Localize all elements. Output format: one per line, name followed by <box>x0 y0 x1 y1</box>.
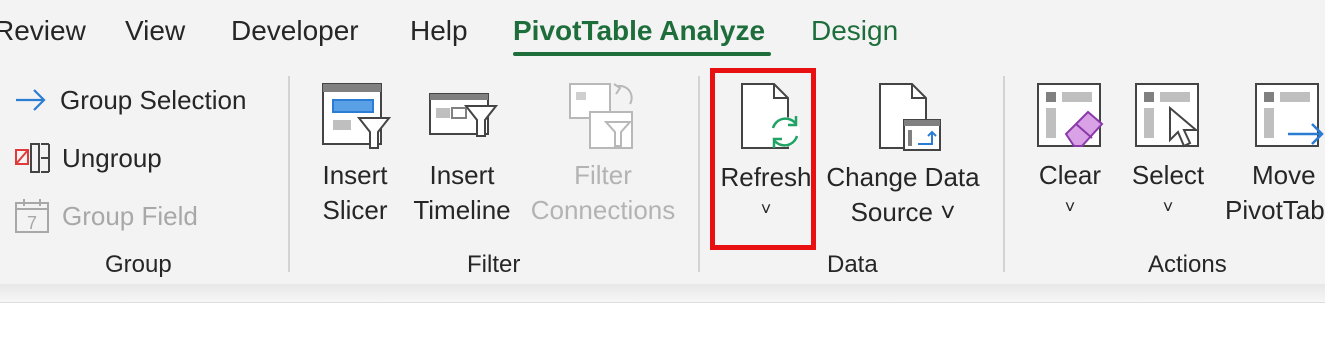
change-data-source-line1: Change Data <box>826 162 980 192</box>
tab-developer[interactable]: Developer <box>231 14 359 48</box>
filter-connections-line2: Connections <box>530 195 676 225</box>
tab-help[interactable]: Help <box>410 14 468 48</box>
group-label-actions: Actions <box>1148 251 1227 278</box>
insert-slicer-line2: Slicer <box>322 195 388 225</box>
insert-timeline-line2: Timeline <box>413 195 511 225</box>
arrow-right-icon <box>16 89 46 111</box>
group-selection-button[interactable]: Group Selection <box>14 80 246 120</box>
group-separator <box>288 76 290 272</box>
clear-icon <box>1037 83 1104 147</box>
change-data-source-line2: Source ˅ <box>850 197 956 227</box>
select-label: Select <box>1131 160 1205 190</box>
group-selection-label: Group Selection <box>60 84 247 115</box>
slicer-icon <box>322 83 391 149</box>
select-cursor-icon <box>1135 83 1199 148</box>
active-tab-indicator <box>513 52 771 56</box>
clear-label: Clear <box>1038 160 1102 190</box>
group-field-label: Group Field <box>62 200 198 231</box>
move-pivottable-button[interactable]: Move PivotTab <box>1224 82 1325 232</box>
ribbon-shadow <box>0 284 1325 303</box>
filter-connections-icon <box>569 83 633 149</box>
tab-pivottable-analyze[interactable]: PivotTable Analyze <box>513 14 765 48</box>
insert-timeline-button[interactable]: Insert Timeline <box>410 82 514 232</box>
ribbon-tab-bar: Review View Developer Help PivotTable An… <box>0 0 1325 64</box>
group-field-button[interactable]: 7 Group Field <box>14 196 198 236</box>
insert-slicer-button[interactable]: Insert Slicer <box>316 82 394 232</box>
filter-separator <box>698 76 700 272</box>
change-data-source-button[interactable]: Change Data Source ˅ <box>824 82 982 232</box>
calendar-icon: 7 <box>15 199 49 233</box>
change-data-source-icon <box>879 83 941 151</box>
refresh-highlight-box <box>710 68 816 250</box>
tab-view[interactable]: View <box>125 14 185 48</box>
ungroup-button[interactable]: Ungroup <box>14 138 162 178</box>
insert-slicer-line1: Insert <box>322 160 388 190</box>
svg-text:7: 7 <box>27 213 37 233</box>
clear-button[interactable]: Clear ˅ <box>1030 82 1110 232</box>
tab-design[interactable]: Design <box>811 14 898 48</box>
select-button[interactable]: Select ˅ <box>1126 82 1210 232</box>
timeline-icon <box>429 93 498 137</box>
select-chevron-down-icon: ˅ <box>1162 197 1174 217</box>
data-separator <box>1003 76 1005 272</box>
tab-review[interactable]: Review <box>0 14 86 48</box>
filter-connections-line1: Filter <box>574 160 632 190</box>
group-label-filter: Filter <box>467 251 521 278</box>
move-pivottable-line2: PivotTab <box>1225 195 1325 225</box>
insert-timeline-line1: Insert <box>429 160 495 190</box>
group-label-data: Data <box>827 251 878 278</box>
group-label-group: Group <box>105 251 172 278</box>
filter-connections-button[interactable]: Filter Connections <box>528 82 678 232</box>
move-pivottable-line1: Move <box>1252 160 1316 190</box>
move-pivottable-icon <box>1255 83 1324 147</box>
ungroup-label: Ungroup <box>62 142 162 173</box>
ungroup-icon <box>15 143 50 173</box>
clear-chevron-down-icon: ˅ <box>1064 197 1076 217</box>
